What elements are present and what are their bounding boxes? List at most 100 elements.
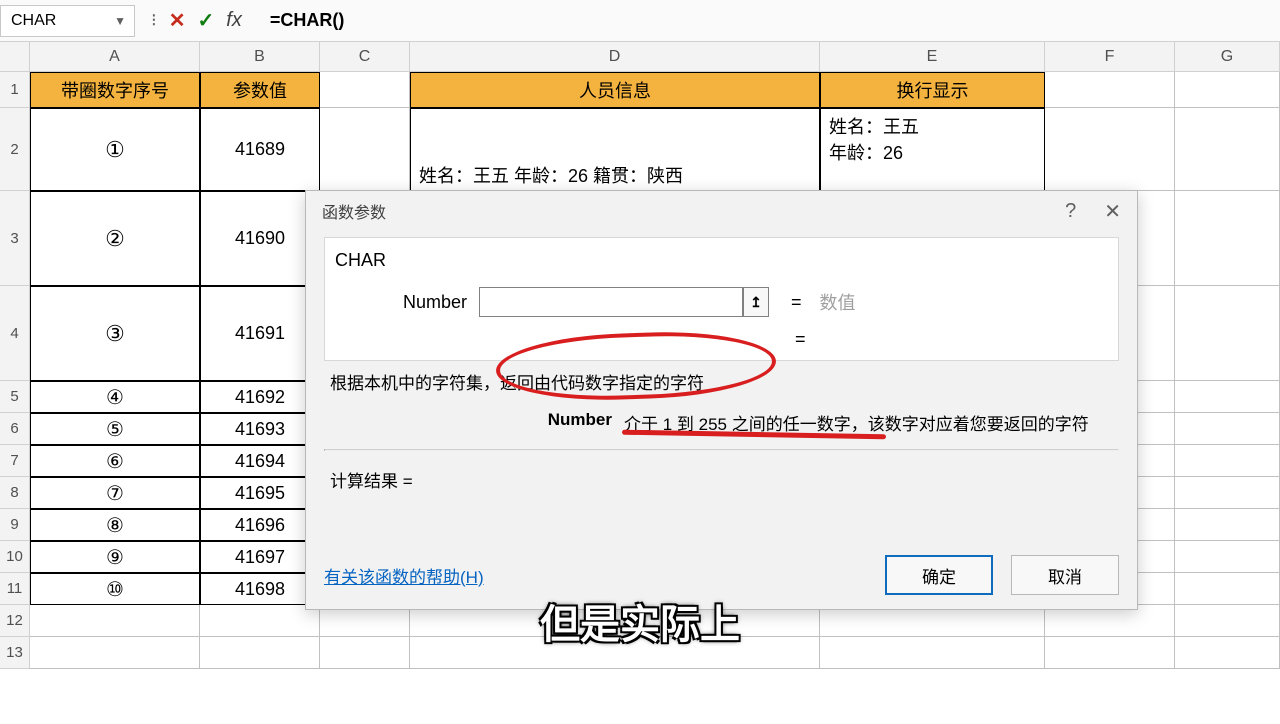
cell-G3[interactable] — [1175, 191, 1280, 286]
row-header-13[interactable]: 13 — [0, 637, 30, 669]
cell-B13[interactable] — [200, 637, 320, 669]
cell-A3[interactable]: ② — [30, 191, 200, 286]
cell-G8[interactable] — [1175, 477, 1280, 509]
row-header-10[interactable]: 10 — [0, 541, 30, 573]
formula-input[interactable]: =CHAR() — [258, 10, 1280, 31]
param-description: Number 介于 1 到 255 之间的任一数字，该数字对应着您要返回的字符 — [324, 404, 1119, 449]
cell-A10[interactable]: ⑨ — [30, 541, 200, 573]
cell-A6[interactable]: ⑤ — [30, 413, 200, 445]
param-label-number: Number — [325, 292, 479, 313]
row-header-1[interactable]: 1 — [0, 72, 30, 108]
cell-B10[interactable]: 41697 — [200, 541, 320, 573]
cell-G5[interactable] — [1175, 381, 1280, 413]
cell-B11[interactable]: 41698 — [200, 573, 320, 605]
function-description: 根据本机中的字符集，返回由代码数字指定的字符 — [324, 361, 1119, 404]
param-equals: = — [769, 292, 820, 313]
formula-actions: ⁝ ✕ ✓ fx — [135, 8, 258, 33]
cell-A2[interactable]: ① — [30, 108, 200, 191]
row-header-8[interactable]: 8 — [0, 477, 30, 509]
cell-F13[interactable] — [1045, 637, 1175, 669]
cell-G4[interactable] — [1175, 286, 1280, 381]
fx-icon[interactable]: fx — [226, 9, 242, 32]
cell-A7[interactable]: ⑥ — [30, 445, 200, 477]
row-header-7[interactable]: 7 — [0, 445, 30, 477]
cell-D2[interactable]: 姓名：王五 年龄：26 籍贯：陕西 — [410, 108, 820, 191]
row-header-11[interactable]: 11 — [0, 573, 30, 605]
col-header-F[interactable]: F — [1045, 42, 1175, 72]
cell-G10[interactable] — [1175, 541, 1280, 573]
row-header-12[interactable]: 12 — [0, 605, 30, 637]
cell-E13[interactable] — [820, 637, 1045, 669]
cell-A13[interactable] — [30, 637, 200, 669]
cell-C13[interactable] — [320, 637, 410, 669]
close-icon[interactable]: ✕ — [1104, 199, 1121, 224]
cell-C1[interactable] — [320, 72, 410, 108]
more-icon[interactable]: ⁝ — [151, 10, 157, 31]
cell-B4[interactable]: 41691 — [200, 286, 320, 381]
desc-circled: 返回由代码数字指定的字符 — [500, 374, 704, 393]
row-header-2[interactable]: 2 — [0, 108, 30, 191]
cell-G2[interactable] — [1175, 108, 1280, 191]
cell-E2[interactable]: 姓名：王五 年龄：26 — [820, 108, 1045, 191]
select-all-corner[interactable] — [0, 42, 30, 72]
cell-G6[interactable] — [1175, 413, 1280, 445]
col-header-C[interactable]: C — [320, 42, 410, 72]
row-header-4[interactable]: 4 — [0, 286, 30, 381]
name-box[interactable]: CHAR ▼ — [0, 5, 135, 37]
cell-A1[interactable]: 带圈数字序号 — [30, 72, 200, 108]
dialog-titlebar[interactable]: 函数参数 ? ✕ — [306, 191, 1137, 231]
column-headers: A B C D E F G — [0, 42, 1280, 72]
cell-B8[interactable]: 41695 — [200, 477, 320, 509]
cancel-button[interactable]: 取消 — [1011, 555, 1119, 595]
cell-B6[interactable]: 41693 — [200, 413, 320, 445]
accept-icon[interactable]: ✓ — [198, 8, 215, 33]
ok-button[interactable]: 确定 — [885, 555, 993, 595]
cell-F1[interactable] — [1045, 72, 1175, 108]
cancel-icon[interactable]: ✕ — [169, 8, 186, 33]
col-header-G[interactable]: G — [1175, 42, 1280, 72]
cell-A11[interactable]: ⑩ — [30, 573, 200, 605]
collapse-dialog-icon[interactable]: ↥ — [743, 287, 769, 317]
cell-G7[interactable] — [1175, 445, 1280, 477]
cell-B3[interactable]: 41690 — [200, 191, 320, 286]
cell-A8[interactable]: ⑦ — [30, 477, 200, 509]
function-name: CHAR — [325, 250, 1118, 283]
param-input-number[interactable] — [479, 287, 743, 317]
cell-B9[interactable]: 41696 — [200, 509, 320, 541]
cell-B2[interactable]: 41689 — [200, 108, 320, 191]
cell-B12[interactable] — [200, 605, 320, 637]
cell-A4[interactable]: ③ — [30, 286, 200, 381]
cell-G12[interactable] — [1175, 605, 1280, 637]
cell-A12[interactable] — [30, 605, 200, 637]
cell-A9[interactable]: ⑧ — [30, 509, 200, 541]
param-row-number: Number ↥ = 数值 — [325, 283, 1118, 321]
cell-B7[interactable]: 41694 — [200, 445, 320, 477]
cell-E1[interactable]: 换行显示 — [820, 72, 1045, 108]
dialog-body: CHAR Number ↥ = 数值 = 根据本机中的字符集，返回由代码数字指定… — [306, 231, 1137, 492]
help-icon[interactable]: ? — [1065, 200, 1076, 223]
chevron-down-icon[interactable]: ▼ — [114, 14, 126, 28]
function-help-link[interactable]: 有关该函数的帮助(H) — [324, 563, 484, 588]
col-header-A[interactable]: A — [30, 42, 200, 72]
dialog-footer: 有关该函数的帮助(H) 确定 取消 — [306, 555, 1137, 595]
cell-G11[interactable] — [1175, 573, 1280, 605]
row-header-6[interactable]: 6 — [0, 413, 30, 445]
param-desc-label: Number — [324, 410, 624, 435]
cell-G9[interactable] — [1175, 509, 1280, 541]
cell-B1[interactable]: 参数值 — [200, 72, 320, 108]
cell-D1[interactable]: 人员信息 — [410, 72, 820, 108]
col-header-E[interactable]: E — [820, 42, 1045, 72]
cell-A5[interactable]: ④ — [30, 381, 200, 413]
cell-B5[interactable]: 41692 — [200, 381, 320, 413]
col-header-B[interactable]: B — [200, 42, 320, 72]
row-header-9[interactable]: 9 — [0, 509, 30, 541]
cell-C2[interactable] — [320, 108, 410, 191]
cell-G1[interactable] — [1175, 72, 1280, 108]
cell-F2[interactable] — [1045, 108, 1175, 191]
row-header-5[interactable]: 5 — [0, 381, 30, 413]
row-header-3[interactable]: 3 — [0, 191, 30, 286]
col-header-D[interactable]: D — [410, 42, 820, 72]
name-box-value: CHAR — [11, 12, 56, 30]
dialog-title: 函数参数 — [322, 199, 386, 223]
cell-G13[interactable] — [1175, 637, 1280, 669]
